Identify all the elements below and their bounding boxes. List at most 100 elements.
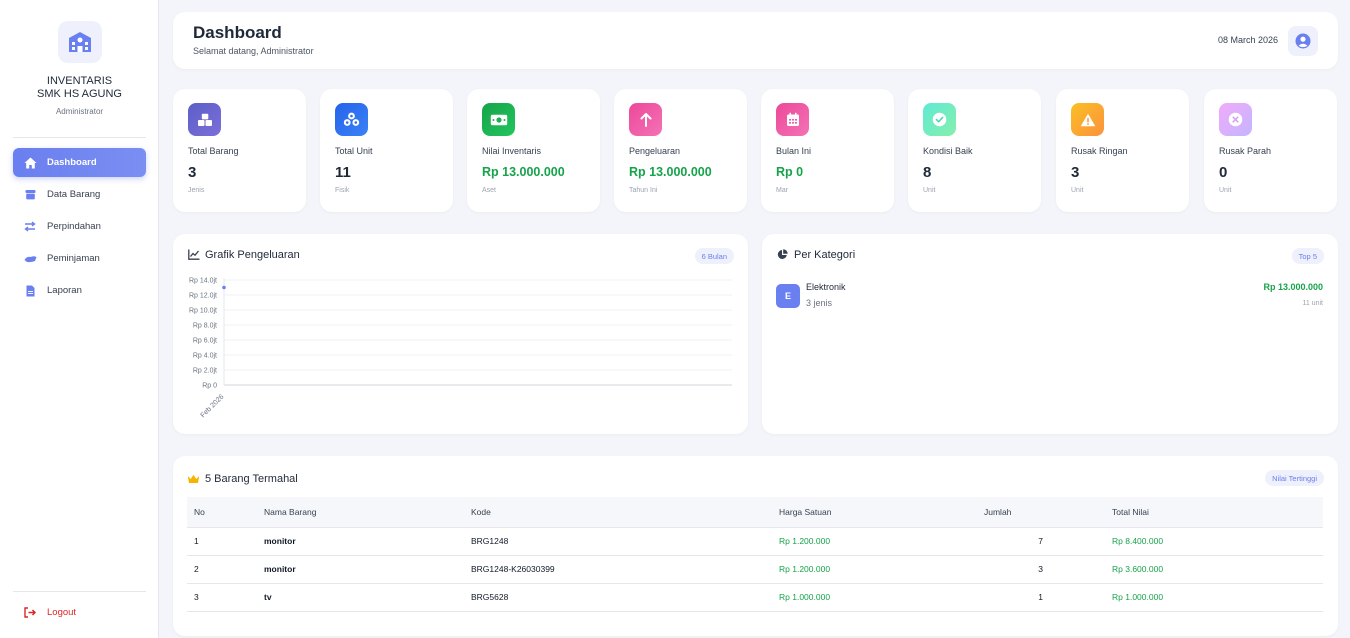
sidebar-item-label: Laporan (47, 285, 82, 296)
category-panel: Per Kategori Top 5 E Elektronik 3 jenis … (762, 234, 1338, 434)
stat-value: 3 (1071, 164, 1080, 181)
arrow-up-icon (629, 103, 662, 136)
school-logo-icon (58, 21, 102, 63)
logout-icon (23, 605, 37, 619)
table-row: 3 tv BRG5628 Rp 1.000.000 1 Rp 1.000.000 (187, 583, 1323, 612)
stat-note: Fisik (335, 187, 350, 194)
stat-card-rusak-ringan: Rusak Ringan 3 Unit (1056, 89, 1189, 212)
cell-no: 2 (187, 555, 264, 584)
top-items-heading: 5 Barang Termahal (205, 472, 298, 485)
chart-panel: Grafik Pengeluaran 6 Bulan Rp 0 Rp 2.0jt R… (173, 234, 748, 434)
category-units: 11 unit (1302, 300, 1324, 307)
y-tick-label: Rp 6.0jt (193, 338, 217, 345)
y-tick-label: Rp 0 (202, 383, 217, 390)
stat-label: Total Unit (335, 146, 373, 156)
user-role: Administrator (55, 107, 104, 116)
sidebar-item-data-barang[interactable]: Data Barang (13, 180, 146, 209)
stat-label: Bulan Ini (776, 146, 812, 156)
stat-label: Total Barang (188, 146, 239, 156)
y-tick-label: Rp 8.0jt (193, 323, 217, 330)
y-tick-label: Rp 14.0jt (189, 278, 217, 285)
brand-line-1: INVENTARIS (46, 75, 113, 87)
cell-harga: Rp 1.200.000 (779, 555, 984, 584)
stat-note: Unit (1071, 187, 1084, 194)
sidebar-item-label: Dashboard (47, 157, 97, 168)
sidebar-divider-bottom (13, 591, 146, 592)
column-header-harga-satuan: Harga Satuan (779, 497, 984, 528)
y-tick-label: Rp 4.0jt (193, 353, 217, 360)
stat-value: 8 (923, 164, 932, 181)
cubes-icon (335, 103, 368, 136)
column-header-jumlah: Jumlah (984, 497, 1112, 528)
category-initial-badge: E (776, 284, 800, 308)
x-tick-label: Feb 2026 (200, 393, 226, 419)
logout-button[interactable]: Logout (13, 598, 146, 626)
stat-label: Pengeluaran (629, 146, 681, 156)
category-item-elektronik: E Elektronik 3 jenis Rp 13.000.000 11 un… (776, 282, 1323, 310)
stat-value: 3 (188, 164, 197, 181)
cell-jumlah: 1 (984, 583, 1112, 612)
stat-note: Jenis (188, 187, 205, 194)
cell-no: 1 (187, 527, 264, 556)
category-title: Per Kategori (794, 248, 856, 261)
stat-card-total-unit: Total Unit 11 Fisik (320, 89, 453, 212)
table-row: 2 monitor BRG1248-K26030399 Rp 1.200.000… (187, 555, 1323, 584)
cell-harga: Rp 1.000.000 (779, 583, 984, 612)
sidebar-item-label: Perpindahan (47, 221, 101, 232)
stat-note: Aset (482, 187, 497, 194)
cell-kode: BRG5628 (471, 583, 779, 612)
sidebar: INVENTARIS SMK HS AGUNG Administrator Da… (0, 0, 159, 638)
sidebar-item-perpindahan[interactable]: Perpindahan (13, 212, 146, 241)
top-badge: Top 5 (1291, 248, 1324, 264)
category-panel-title: Per Kategori (776, 248, 855, 261)
brand-line-2: SMK HS AGUNG (37, 88, 122, 100)
sidebar-divider (13, 137, 146, 138)
highest-value-badge: Nilai Tertinggi (1265, 470, 1324, 486)
stat-card-bulan-ini: Bulan Ini Rp 0 Mar (761, 89, 894, 212)
cell-name: monitor (264, 555, 471, 584)
category-count: 3 jenis (806, 298, 833, 308)
user-avatar-button[interactable] (1288, 26, 1318, 56)
cell-total: Rp 8.400.000 (1112, 527, 1323, 556)
top-items-table: No Nama Barang Kode Harga Satuan Jumlah … (187, 497, 1323, 612)
category-name: Elektronik (806, 282, 846, 292)
top-header: Dashboard Selamat datang, Administrator … (173, 12, 1338, 69)
exchange-icon (23, 220, 37, 234)
box-icon (23, 188, 37, 202)
sidebar-nav: Dashboard Data Barang Perpindahan Peminj… (13, 148, 146, 308)
stat-value: 0 (1219, 164, 1228, 181)
sidebar-item-dashboard[interactable]: Dashboard (13, 148, 146, 177)
stat-value: Rp 13.000.000 (629, 165, 712, 179)
y-tick-label: Rp 12.0jt (189, 293, 217, 300)
crown-icon (187, 472, 200, 485)
sidebar-item-label: Peminjaman (47, 253, 100, 264)
sidebar-item-laporan[interactable]: Laporan (13, 276, 146, 305)
stat-note: Tahun Ini (629, 187, 658, 194)
stat-cards: Total Barang 3 Jenis Total Unit 11 Fisik… (173, 89, 1338, 212)
stat-label: Rusak Parah (1219, 146, 1272, 156)
column-header-total-nilai: Total Nilai (1112, 497, 1323, 528)
cell-kode: BRG1248 (471, 527, 779, 556)
stat-value: 11 (335, 164, 351, 181)
stat-card-rusak-parah: Rusak Parah 0 Unit (1204, 89, 1337, 212)
calendar-icon (776, 103, 809, 136)
money-icon (482, 103, 515, 136)
data-point[interactable] (222, 285, 226, 290)
cell-name: monitor (264, 527, 471, 556)
expense-line-chart: Rp 0 Rp 2.0jt Rp 4.0jt Rp 6.0jt Rp 8.0jt Rp 1… (189, 278, 732, 419)
stat-card-pengeluaran: Pengeluaran Rp 13.000.000 Tahun Ini (614, 89, 747, 212)
stat-value: Rp 13.000.000 (482, 165, 565, 179)
brand-name: INVENTARIS SMK HS AGUNG (0, 75, 159, 101)
handshake-icon (23, 252, 37, 266)
cell-name: tv (264, 583, 471, 612)
stat-card-total-barang: Total Barang 3 Jenis (173, 89, 306, 212)
sidebar-item-peminjaman[interactable]: Peminjaman (13, 244, 146, 273)
current-date: 08 March 2026 (1217, 35, 1278, 45)
x-circle-icon (1219, 103, 1252, 136)
column-header-no: No (187, 497, 264, 528)
welcome-subtitle: Selamat datang, Administrator (193, 46, 314, 56)
boxes-icon (188, 103, 221, 136)
stat-card-nilai-inventaris: Nilai Inventaris Rp 13.000.000 Aset (467, 89, 600, 212)
stat-label: Nilai Inventaris (482, 146, 542, 156)
cell-kode: BRG1248-K26030399 (471, 555, 779, 584)
